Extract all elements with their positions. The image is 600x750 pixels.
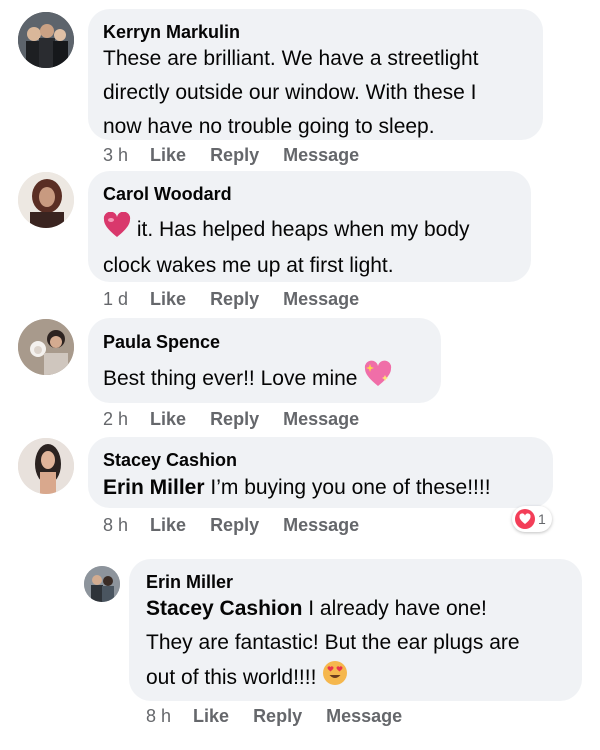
reply-text-line: They are fantastic! But the ear plugs ar… (146, 631, 520, 654)
family-photo-icon (18, 319, 74, 375)
reply-text: Stacey Cashion I already have one! They … (146, 592, 520, 697)
comment-text: These are brilliant. We have a streetlig… (103, 42, 478, 144)
comment-text-line: now have no trouble going to sleep. (103, 115, 435, 138)
comment-text-line: clock wakes me up at first light. (103, 254, 394, 277)
message-button[interactable]: Message (283, 409, 359, 430)
reply-actions: 8 h Like Reply Message (146, 706, 426, 727)
heart-emoji (103, 211, 131, 249)
reaction-badge[interactable]: 1 (512, 506, 552, 532)
reply-text-line: I already have one! (308, 597, 487, 620)
like-button[interactable]: Like (150, 145, 186, 166)
comment-text-line: I’m buying you one of these!!!! (210, 476, 491, 499)
like-button[interactable]: Like (193, 706, 229, 727)
message-button[interactable]: Message (283, 289, 359, 310)
avatar[interactable] (84, 566, 120, 602)
couple-photo-icon (84, 566, 120, 602)
comment-time: 3 h (103, 145, 129, 165)
avatar[interactable] (18, 12, 74, 68)
message-button[interactable]: Message (326, 706, 402, 727)
reply-text-line: out of this world!!!! (146, 666, 317, 690)
love-reaction-icon (515, 509, 535, 529)
comment-time: 8 h (103, 515, 129, 535)
comment-text-line: it. Has helped heaps when my body (136, 218, 470, 242)
comment-text-line: Best thing ever!! Love mine (103, 367, 358, 391)
woman-portrait-icon (18, 438, 74, 494)
comment-text-line: These are brilliant. We have a streetlig… (103, 47, 479, 70)
reply-button[interactable]: Reply (210, 409, 259, 430)
comment-author[interactable]: Kerryn Markulin (103, 22, 240, 43)
sparkling-heart-emoji (363, 360, 393, 399)
avatar[interactable] (18, 172, 74, 228)
reply-button[interactable]: Reply (210, 145, 259, 166)
mention-link[interactable]: Erin Miller (103, 476, 205, 499)
comment-author[interactable]: Paula Spence (103, 332, 220, 353)
comment-actions: 1 d Like Reply Message (103, 289, 383, 310)
comment-author[interactable]: Carol Woodard (103, 184, 232, 205)
comment-time: 2 h (103, 409, 129, 429)
comment-text: Best thing ever!! Love mine (103, 360, 393, 399)
group-photo-icon (18, 12, 74, 68)
comment-actions: 8 h Like Reply Message (103, 515, 383, 536)
avatar[interactable] (18, 319, 74, 375)
woman-portrait-icon (18, 172, 74, 228)
comment-text-line: directly outside our window. With these … (103, 81, 477, 104)
reply-author[interactable]: Erin Miller (146, 572, 233, 593)
reply-button[interactable]: Reply (210, 289, 259, 310)
heart-eyes-emoji (322, 660, 348, 697)
like-button[interactable]: Like (150, 409, 186, 430)
reply-time: 8 h (146, 706, 172, 726)
comment-text: Erin Miller I’m buying you one of these!… (103, 471, 491, 505)
comment-author[interactable]: Stacey Cashion (103, 450, 237, 471)
avatar[interactable] (18, 438, 74, 494)
comment-actions: 2 h Like Reply Message (103, 409, 383, 430)
like-button[interactable]: Like (150, 515, 186, 536)
comment-text: it. Has helped heaps when my body clock … (103, 211, 470, 283)
comment-actions: 3 h Like Reply Message (103, 145, 383, 166)
reaction-count: 1 (538, 511, 546, 527)
like-button[interactable]: Like (150, 289, 186, 310)
message-button[interactable]: Message (283, 515, 359, 536)
mention-link[interactable]: Stacey Cashion (146, 597, 302, 620)
message-button[interactable]: Message (283, 145, 359, 166)
reply-button[interactable]: Reply (253, 706, 302, 727)
reply-button[interactable]: Reply (210, 515, 259, 536)
comment-time: 1 d (103, 289, 129, 309)
